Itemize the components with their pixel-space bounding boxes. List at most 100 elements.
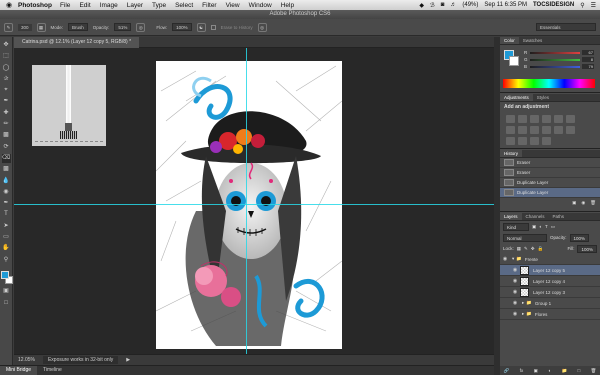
tab-adjustments[interactable]: Adjustments bbox=[500, 94, 533, 101]
quick-select-tool-icon[interactable]: ✰ bbox=[2, 75, 11, 84]
brush-size[interactable]: 300 bbox=[18, 23, 32, 31]
visibility-eye-icon[interactable]: ◉ bbox=[510, 289, 520, 295]
new-layer-icon[interactable]: □ bbox=[577, 368, 580, 373]
add-mask-icon[interactable]: ▣ bbox=[534, 368, 538, 374]
guide-horizontal[interactable] bbox=[14, 204, 494, 205]
visibility-eye-icon[interactable]: ◉ bbox=[510, 300, 520, 306]
visibility-eye-icon[interactable]: ◉ bbox=[510, 267, 520, 273]
visibility-eye-icon[interactable]: ◉ bbox=[510, 278, 520, 284]
color-spectrum-bar[interactable] bbox=[503, 79, 595, 88]
blur-tool-icon[interactable]: 💧 bbox=[2, 177, 11, 186]
gradient-tool-icon[interactable]: ▩ bbox=[2, 165, 11, 174]
document-tab[interactable]: Catrina.psd @ 12.1% (Layer 12 copy 5, RG… bbox=[14, 37, 140, 48]
color-balance-icon[interactable] bbox=[506, 126, 515, 134]
kind-filter-select[interactable]: Kind bbox=[503, 222, 529, 231]
brightness-contrast-icon[interactable] bbox=[506, 115, 515, 123]
type-tool-icon[interactable]: T bbox=[2, 210, 11, 219]
slider-g-track[interactable] bbox=[530, 59, 580, 61]
brush-tool-icon[interactable]: ✏ bbox=[2, 120, 11, 129]
tab-channels[interactable]: Channels bbox=[522, 213, 549, 220]
menu-filter[interactable]: Filter bbox=[202, 2, 216, 9]
shape-tool-icon[interactable]: ▭ bbox=[2, 233, 11, 242]
status-arrow-icon[interactable]: ▶ bbox=[126, 357, 130, 363]
guide-vertical[interactable] bbox=[246, 48, 247, 354]
expand-arrow-icon[interactable]: ▸ bbox=[522, 300, 524, 306]
dodge-tool-icon[interactable]: ◉ bbox=[2, 188, 11, 197]
layer-row[interactable]: ◉ Layer 12 copy 3 bbox=[500, 287, 600, 298]
airbrush-icon[interactable]: ☯ bbox=[196, 22, 206, 32]
pressure-opacity-icon[interactable]: ◎ bbox=[136, 22, 146, 32]
history-item[interactable]: Duplicate Layer bbox=[500, 178, 600, 188]
app-menu[interactable]: Photoshop bbox=[18, 2, 52, 9]
notifications-icon[interactable]: ☰ bbox=[591, 2, 596, 9]
menu-type[interactable]: Type bbox=[152, 2, 166, 9]
slider-r-track[interactable] bbox=[530, 52, 580, 54]
history-item[interactable]: Eraser bbox=[500, 168, 600, 178]
filter-adjust-icon[interactable]: ◐ bbox=[539, 224, 542, 229]
filter-pixel-icon[interactable]: ▣ bbox=[532, 224, 536, 230]
foreground-color-swatch[interactable] bbox=[0, 270, 9, 279]
tab-paths[interactable]: Paths bbox=[549, 213, 569, 220]
lock-image-icon[interactable]: ✎ bbox=[524, 246, 528, 252]
color-lookup-icon[interactable] bbox=[554, 126, 563, 134]
flow-input[interactable]: 100% bbox=[172, 23, 192, 31]
menu-file[interactable]: File bbox=[60, 2, 70, 9]
history-item[interactable]: Eraser bbox=[500, 158, 600, 168]
menu-help[interactable]: Help bbox=[281, 2, 294, 9]
history-brush-tool-icon[interactable]: ⟳ bbox=[2, 143, 11, 152]
volume-icon[interactable]: ♬ bbox=[450, 2, 456, 8]
levels-icon[interactable] bbox=[518, 115, 527, 123]
filter-type-icon[interactable]: T bbox=[545, 224, 548, 229]
slider-b-track[interactable] bbox=[530, 66, 580, 68]
pen-tool-icon[interactable]: ✒ bbox=[2, 199, 11, 208]
opacity-input[interactable]: 51% bbox=[114, 23, 132, 31]
bluetooth-icon[interactable]: ℬ bbox=[430, 2, 435, 9]
visibility-eye-icon[interactable]: ◉ bbox=[510, 311, 520, 317]
healing-brush-tool-icon[interactable]: ✚ bbox=[2, 109, 11, 118]
expand-arrow-icon[interactable]: ▾ bbox=[512, 256, 514, 262]
menu-window[interactable]: Window bbox=[249, 2, 272, 9]
tab-mini-bridge[interactable]: Mini Bridge bbox=[0, 366, 38, 375]
black-white-icon[interactable] bbox=[518, 126, 527, 134]
slider-r-value[interactable]: 67 bbox=[582, 50, 594, 55]
wifi-icon[interactable]: ◙ bbox=[441, 2, 445, 8]
hue-saturation-icon[interactable] bbox=[566, 115, 575, 123]
menu-edit[interactable]: Edit bbox=[79, 2, 90, 9]
screen-mode-icon[interactable]: □ bbox=[2, 299, 11, 308]
zoom-level[interactable]: 12.05% bbox=[18, 357, 35, 363]
tab-layers[interactable]: Layers bbox=[500, 213, 522, 220]
layer-row-selected[interactable]: ◉ Layer 12 copy 5 bbox=[500, 265, 600, 276]
apple-menu-icon[interactable]: ◉ bbox=[0, 1, 18, 9]
tab-timeline[interactable]: Timeline bbox=[37, 366, 68, 375]
menu-image[interactable]: Image bbox=[100, 2, 118, 9]
photo-filter-icon[interactable] bbox=[530, 126, 539, 134]
battery-indicator[interactable]: (49%) bbox=[462, 2, 478, 8]
layer-style-icon[interactable]: fx bbox=[520, 368, 524, 373]
lock-position-icon[interactable]: ✥ bbox=[531, 246, 535, 252]
invert-icon[interactable] bbox=[566, 126, 575, 134]
visibility-eye-icon[interactable]: ◉ bbox=[500, 256, 510, 262]
tab-color[interactable]: Color bbox=[500, 37, 519, 44]
dropbox-icon[interactable]: ◆ bbox=[419, 2, 424, 9]
posterize-icon[interactable] bbox=[506, 137, 515, 145]
expand-arrow-icon[interactable]: ▸ bbox=[522, 311, 524, 317]
layer-group-row[interactable]: ◉ ▸ 📁 Group 1 bbox=[500, 298, 600, 309]
tab-styles[interactable]: Styles bbox=[533, 94, 553, 101]
menu-select[interactable]: Select bbox=[175, 2, 193, 9]
gradient-map-icon[interactable] bbox=[542, 137, 551, 145]
new-document-from-state-icon[interactable]: ▣ bbox=[572, 200, 576, 206]
slider-g[interactable]: G 8 bbox=[500, 57, 600, 63]
hand-tool-icon[interactable]: ✋ bbox=[2, 244, 11, 253]
menu-layer[interactable]: Layer bbox=[127, 2, 143, 9]
new-adjustment-icon[interactable]: ◐ bbox=[548, 368, 551, 373]
brush-panel-icon[interactable]: ▦ bbox=[36, 22, 46, 32]
blend-mode-select[interactable]: Normal bbox=[503, 233, 547, 242]
layer-group-frente[interactable]: ◉ ▾ 📁 Frente bbox=[500, 254, 600, 265]
slider-g-value[interactable]: 8 bbox=[582, 57, 594, 62]
lasso-tool-icon[interactable]: ◯ bbox=[2, 64, 11, 73]
fill-input[interactable]: 100% bbox=[577, 244, 597, 253]
quick-mask-icon[interactable]: ▣ bbox=[2, 287, 11, 296]
lock-transparent-icon[interactable]: ▦ bbox=[517, 246, 521, 252]
filter-shape-icon[interactable]: ▭ bbox=[551, 224, 555, 230]
color-swatches[interactable] bbox=[0, 270, 13, 285]
